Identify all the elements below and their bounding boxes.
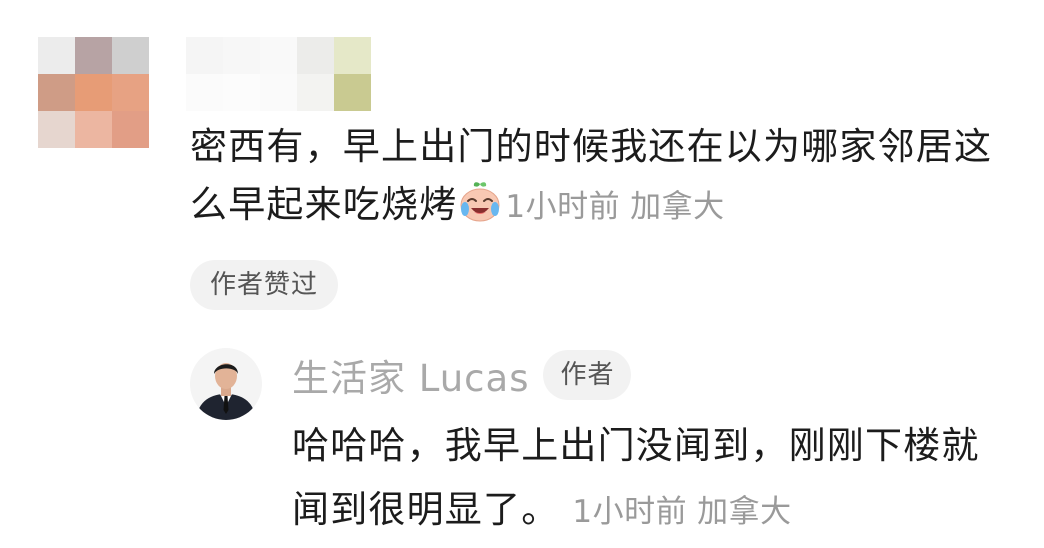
author-liked-badge: 作者赞过 <box>190 260 339 310</box>
reply-author-name[interactable]: 生活家 Lucas <box>292 348 529 402</box>
author-badge: 作者 <box>543 350 632 400</box>
reply-meta: 1小时前 加拿大 <box>572 494 791 530</box>
reply-author-avatar[interactable] <box>190 348 262 420</box>
comment-time: 1小时前 <box>505 189 621 225</box>
commenter-avatar-blurred[interactable] <box>38 37 150 149</box>
reply-body: 哈哈哈，我早上出门没闻到，刚刚下楼就闻到很明显了。 1小时前 加拿大 <box>292 414 1012 544</box>
reply-location: 加拿大 <box>697 494 792 530</box>
crying-laughing-emoji-icon <box>459 181 501 240</box>
comment-location: 加拿大 <box>630 189 725 225</box>
reply-time: 1小时前 <box>572 494 688 530</box>
reply-header: 生活家 Lucas 作者 <box>292 346 632 404</box>
comment-body: 密西有，早上出门的时候我还在以为哪家邻居这么早起来吃烧烤 1小时前 加拿大 <box>190 118 1020 240</box>
comment-meta: 1小时前 加拿大 <box>505 189 724 225</box>
commenter-name-blurred[interactable] <box>186 37 371 111</box>
